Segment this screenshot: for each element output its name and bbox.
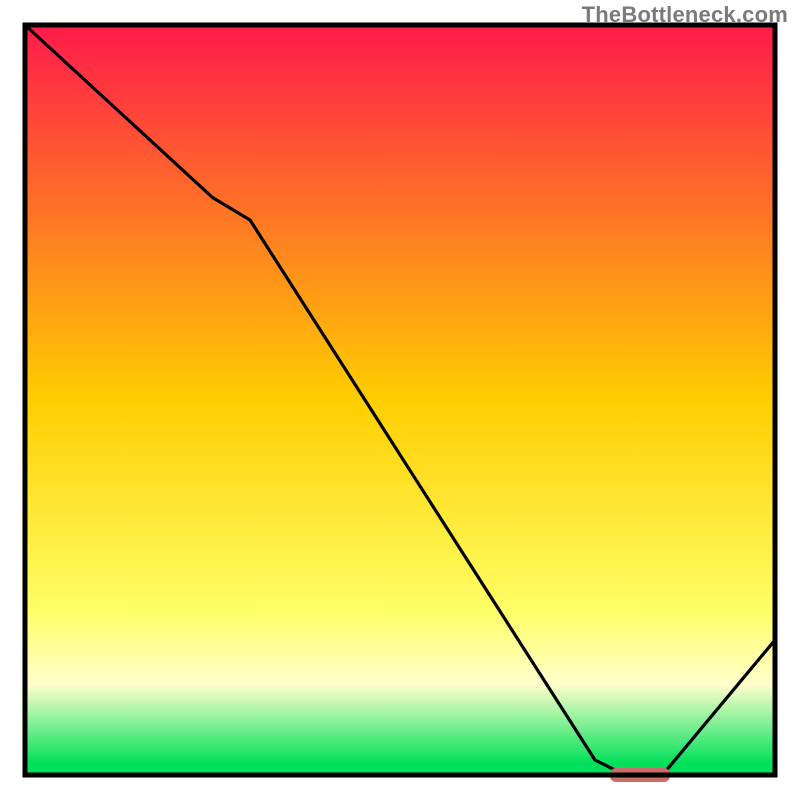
bottleneck-chart <box>0 0 800 800</box>
plot-area <box>25 25 775 782</box>
gradient-background <box>25 25 775 775</box>
watermark-text: TheBottleneck.com <box>582 2 788 28</box>
